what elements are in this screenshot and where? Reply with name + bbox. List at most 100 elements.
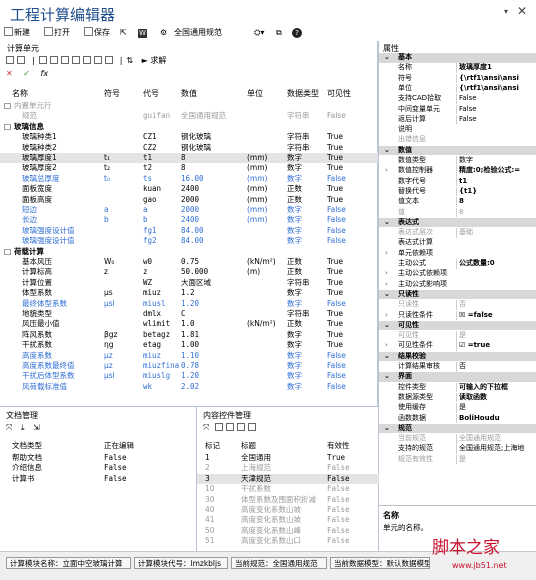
property-row[interactable]: 表达式计算 — [379, 238, 536, 248]
property-row[interactable]: 符号 {\rtf1\ansi\ansi — [379, 73, 536, 84]
property-row[interactable]: 支持CAD拾取 False — [379, 94, 536, 104]
table-row[interactable]: 体型系数 μs miuz 1.2 数字 True — [0, 288, 378, 298]
tree-toggle-icon[interactable]: □ — [4, 247, 11, 257]
list-item[interactable]: 3 天津规范 False — [197, 473, 379, 484]
table-icon[interactable] — [6, 56, 14, 64]
property-row[interactable]: › 可见性条件 ☑ =true — [379, 341, 536, 351]
property-row[interactable]: 名称 玻璃厚度1 — [379, 63, 536, 73]
property-value[interactable]: ☒ =false — [456, 310, 536, 321]
collapse-icon[interactable]: ⌄ — [384, 372, 390, 382]
property-value[interactable]: ☑ =true — [456, 341, 536, 351]
property-row[interactable]: › 主动公式影响项 — [379, 280, 536, 290]
property-row[interactable]: 数值类型 数字 — [379, 156, 536, 166]
property-row[interactable]: 只读性 否 — [379, 300, 536, 310]
table-row[interactable]: 玻璃厚度2 t₂ t2 8 (mm) 数字 True — [0, 163, 378, 173]
property-value[interactable]: 全国通用规范 — [456, 434, 536, 444]
paste-icon[interactable] — [60, 56, 69, 64]
table-row[interactable]: 基本风压 W₀ w0 0.75 (kN/m²) 正数 True — [0, 257, 378, 267]
property-row[interactable]: 当前规范 全国通用规范 — [379, 434, 536, 444]
property-row[interactable]: 说明 — [379, 125, 536, 135]
table-row[interactable]: 风压最小值 wlimit 1.0 (kN/m²) 正数 True — [0, 319, 378, 329]
header-code[interactable]: 代号 — [143, 88, 159, 99]
expand-icon[interactable]: ⤧ — [203, 423, 209, 432]
expand-icon[interactable]: ⤧ — [6, 423, 12, 432]
collapse-icon[interactable]: ⌄ — [384, 146, 390, 156]
property-row[interactable]: 可见性 是 — [379, 331, 536, 341]
property-row[interactable]: › 单元依赖项 — [379, 249, 536, 259]
property-category[interactable]: ⌄ 基本 — [379, 53, 536, 63]
property-value[interactable]: False — [456, 94, 536, 104]
help-icon[interactable]: ? — [292, 27, 302, 39]
table-row[interactable]: 风荷载标准值 wk 2.02 数字 False — [0, 382, 378, 392]
property-value[interactable]: 可输入的下拉框 — [456, 382, 536, 393]
property-value[interactable]: t1 — [456, 176, 536, 187]
property-value[interactable]: 数字 — [456, 156, 536, 166]
tree-toggle-icon[interactable]: □ — [4, 122, 11, 132]
property-category[interactable]: ⌄ 结果校验 — [379, 351, 536, 362]
property-row[interactable]: 表达式层次 基础 — [379, 228, 536, 238]
table-row[interactable]: 面板宽度 kuan 2400 (mm) 正数 True — [0, 184, 378, 194]
property-row[interactable]: › 只读性条件 ☒ =false — [379, 310, 536, 321]
table-row[interactable]: □ 内置单元行 — [0, 101, 378, 111]
property-value[interactable]: False — [456, 114, 536, 125]
property-row[interactable]: 替换代号 {t1} — [379, 186, 536, 197]
property-row[interactable]: 数据源类型 读取函数 — [379, 392, 536, 403]
list-item[interactable]: 50 高度变化系数山峰 False — [197, 526, 379, 536]
table-row[interactable]: 地貌类型 dmlx C 字符串 True — [0, 309, 378, 319]
property-row[interactable]: 控件类型 可输入的下拉框 — [379, 382, 536, 393]
solve-button[interactable]: ► 求解 — [142, 56, 167, 65]
header-symbol[interactable]: 符号 — [104, 88, 120, 99]
header-name[interactable]: 名称 — [12, 88, 28, 99]
property-row[interactable]: 单位 {\rtf1\ansi\ansi — [379, 83, 536, 94]
property-category[interactable]: ⌄ 规范 — [379, 423, 536, 434]
refresh-icon[interactable] — [248, 423, 257, 431]
delete-icon[interactable] — [71, 56, 80, 64]
word-button[interactable]: W — [138, 27, 147, 39]
expand-arrow-icon[interactable]: › — [385, 166, 388, 176]
expand-arrow-icon[interactable]: › — [385, 311, 388, 321]
table-row[interactable]: 高度系数 μz miuz 1.10 数字 False — [0, 351, 378, 361]
expand-arrow-icon[interactable]: › — [385, 249, 388, 259]
expand-arrow-icon[interactable]: › — [385, 341, 388, 351]
open-button[interactable]: 打开 — [44, 27, 70, 39]
table-row[interactable]: 短边 a a 2000 (mm) 数字 False — [0, 205, 378, 215]
list-item[interactable]: 2 上海规范 False — [197, 463, 379, 473]
collapse-icon[interactable]: ⌄ — [384, 321, 390, 331]
table-row[interactable]: 计算标高 z z 50.000 (m) 正数 True — [0, 267, 378, 277]
pin-icon[interactable]: ▾ — [504, 7, 508, 16]
export-icon[interactable]: ⇱ — [120, 27, 127, 39]
property-value[interactable]: {t1} — [456, 186, 536, 197]
list-item[interactable]: 计算书 False — [0, 474, 196, 484]
rows-icon[interactable] — [93, 56, 102, 64]
property-row[interactable]: 计算结果审核 否 — [379, 362, 536, 372]
window-icon[interactable]: ⧉ — [276, 27, 282, 39]
property-row[interactable]: 规范有效性 是 — [379, 454, 536, 465]
property-row[interactable]: › 数值控制器 精度:0;检验公式:= — [379, 166, 536, 176]
close-icon[interactable]: ✕ — [517, 4, 527, 18]
gear-icon[interactable]: ⚙ — [160, 27, 167, 39]
property-category[interactable]: ⌄ 数值 — [379, 145, 536, 156]
collapse-icon[interactable]: ⌄ — [384, 424, 390, 434]
property-value[interactable]: 玻璃厚度1 — [456, 63, 536, 73]
property-row[interactable]: 值8 — [379, 207, 536, 218]
collapse-icon[interactable]: ⌄ — [384, 352, 390, 362]
table-row[interactable]: 计算位置 WZ 大面区域 字符串 True — [0, 278, 378, 288]
table-row[interactable]: 干扰后体型系数 μsl miuslg 1.20 数字 False — [0, 371, 378, 381]
property-value[interactable]: False — [456, 104, 536, 115]
property-category[interactable]: ⌄ 只读性 — [379, 289, 536, 300]
list-item[interactable]: 介绍信息 False — [0, 463, 196, 473]
property-row[interactable]: 返后计算 False — [379, 114, 536, 125]
property-row[interactable]: 数字代号 t1 — [379, 176, 536, 187]
property-value[interactable]: 基础 — [456, 228, 536, 238]
tree-toggle-icon[interactable]: □ — [4, 101, 11, 111]
columns-icon[interactable] — [82, 56, 91, 64]
header-unit[interactable]: 单位 — [247, 88, 263, 99]
list-item[interactable]: 30 体型系数及围面积折减 False — [197, 495, 379, 505]
property-row[interactable]: 中间变量单元 False — [379, 104, 536, 115]
collapse-icon[interactable]: ⤓ — [21, 423, 25, 432]
code-selector[interactable]: 全国通用规范 — [174, 27, 222, 39]
collapse-icon[interactable]: ⌄ — [384, 218, 390, 228]
table-row[interactable]: 玻璃种类2 CZ2 钢化玻璃 字符串 True — [0, 143, 378, 153]
property-row[interactable]: 函数数据 BoliHoudu — [379, 413, 536, 424]
property-value[interactable]: 否 — [456, 300, 536, 310]
